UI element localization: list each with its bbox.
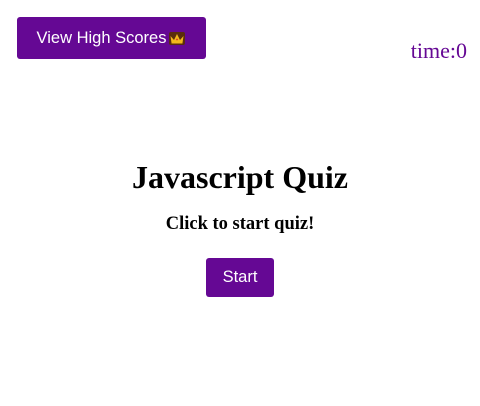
timer-display: time:0 — [410, 38, 467, 63]
start-instructions: Click to start quiz! — [165, 214, 315, 234]
page-title: Javascript Quiz — [132, 159, 348, 195]
view-high-scores-button[interactable]: View High Scores — [17, 17, 206, 59]
start-button[interactable]: Start — [206, 258, 274, 297]
crown-icon — [168, 31, 186, 46]
quiz-intro: Javascript Quiz Click to start quiz! Sta… — [0, 158, 480, 297]
view-high-scores-label: View High Scores — [36, 28, 167, 47]
quiz-page: View High Scores time:0 Javascript Quiz … — [0, 0, 480, 406]
